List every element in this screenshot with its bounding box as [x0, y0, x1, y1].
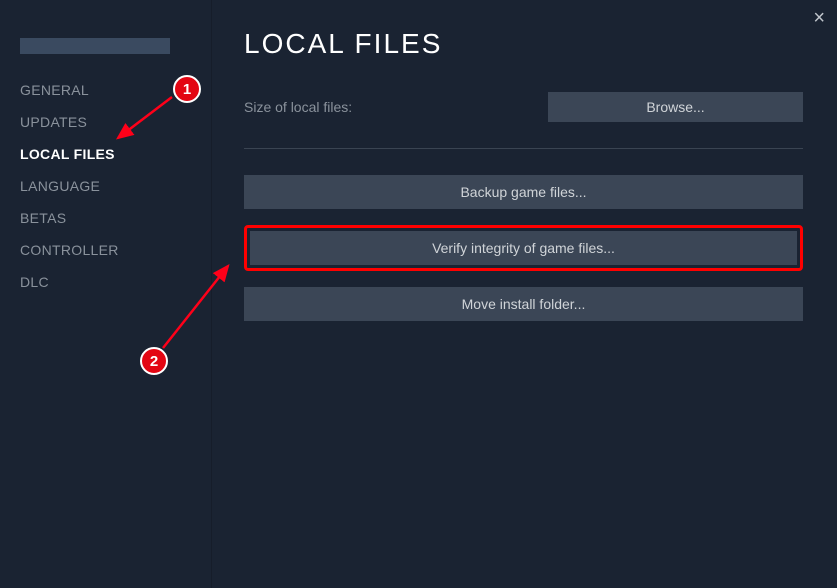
sidebar-item-updates[interactable]: UPDATES	[20, 106, 191, 138]
annotation-badge-2: 2	[140, 347, 168, 375]
sidebar-item-controller[interactable]: CONTROLLER	[20, 234, 191, 266]
close-icon[interactable]: ×	[813, 8, 825, 28]
sidebar-item-general[interactable]: GENERAL	[20, 74, 191, 106]
sidebar-item-betas[interactable]: BETAS	[20, 202, 191, 234]
browse-button[interactable]: Browse...	[548, 92, 803, 122]
move-button[interactable]: Move install folder...	[244, 287, 803, 321]
verify-button[interactable]: Verify integrity of game files...	[250, 231, 797, 265]
size-label: Size of local files:	[244, 99, 352, 115]
sidebar-item-language[interactable]: LANGUAGE	[20, 170, 191, 202]
annotation-badge-1: 1	[173, 75, 201, 103]
divider	[244, 148, 803, 149]
page-title: LOCAL FILES	[244, 28, 803, 60]
sidebar-item-dlc[interactable]: DLC	[20, 266, 191, 298]
sidebar-top-bar	[20, 38, 170, 54]
main-panel: LOCAL FILES Size of local files: Browse.…	[212, 0, 837, 588]
backup-button[interactable]: Backup game files...	[244, 175, 803, 209]
verify-highlight: Verify integrity of game files...	[244, 225, 803, 271]
sidebar-item-local-files[interactable]: LOCAL FILES	[20, 138, 191, 170]
properties-window: GENERAL UPDATES LOCAL FILES LANGUAGE BET…	[0, 0, 837, 588]
size-row: Size of local files: Browse...	[244, 92, 803, 122]
